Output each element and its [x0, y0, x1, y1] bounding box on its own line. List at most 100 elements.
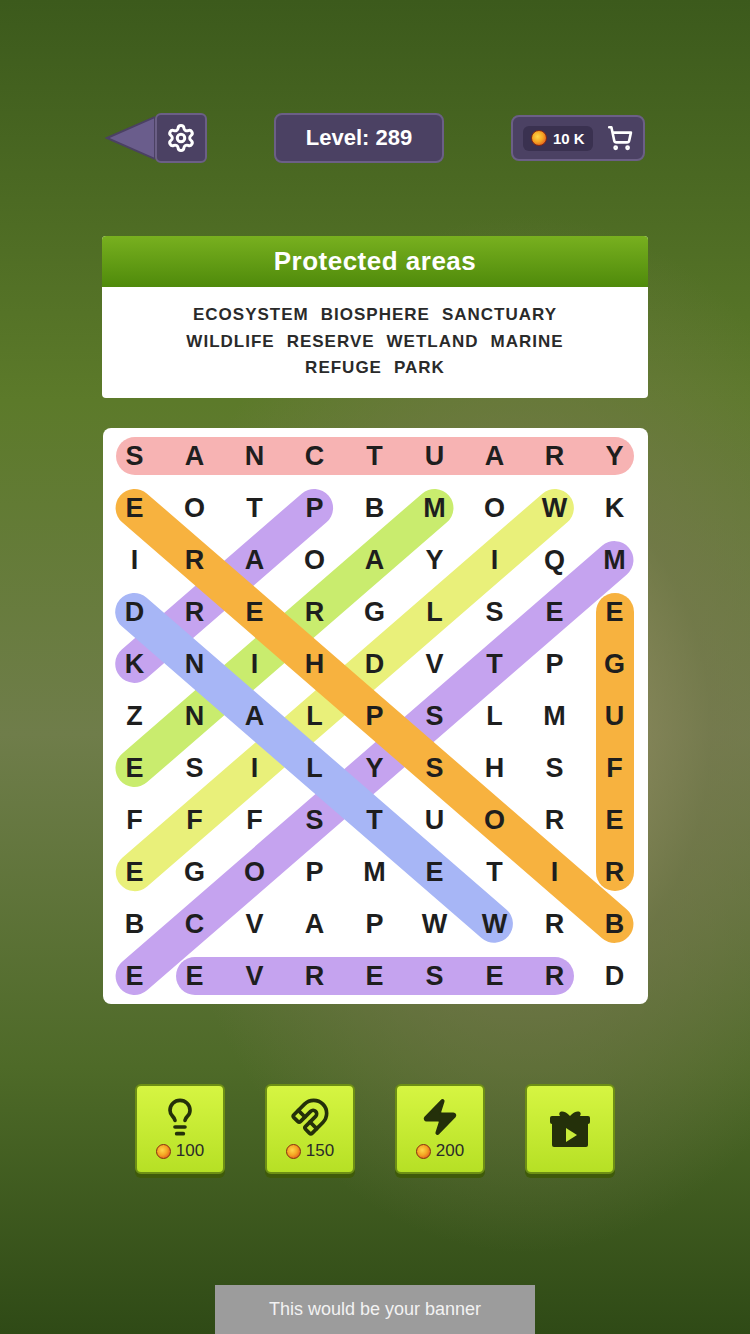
letter-cell[interactable]: T	[345, 430, 405, 482]
letter-cell[interactable]: V	[405, 638, 465, 690]
letter-cell[interactable]: E	[345, 950, 405, 1002]
letter-cell[interactable]: G	[345, 586, 405, 638]
letter-cell[interactable]: G	[585, 638, 645, 690]
letter-cell[interactable]: O	[285, 534, 345, 586]
letter-cell[interactable]: S	[405, 690, 465, 742]
letter-cell[interactable]: S	[465, 586, 525, 638]
letter-cell[interactable]: P	[345, 690, 405, 742]
hint-button[interactable]: 100	[135, 1084, 225, 1174]
letter-cell[interactable]: D	[105, 586, 165, 638]
letter-cell[interactable]: I	[105, 534, 165, 586]
letter-cell[interactable]: L	[405, 586, 465, 638]
letter-cell[interactable]: C	[165, 898, 225, 950]
letter-cell[interactable]: Y	[405, 534, 465, 586]
lightning-button[interactable]: 200	[395, 1084, 485, 1174]
letter-cell[interactable]: W	[465, 898, 525, 950]
letter-cell[interactable]: F	[165, 794, 225, 846]
letter-cell[interactable]: R	[285, 586, 345, 638]
letter-cell[interactable]: V	[225, 898, 285, 950]
letter-cell[interactable]: B	[345, 482, 405, 534]
letter-cell[interactable]: I	[225, 742, 285, 794]
letter-cell[interactable]: R	[525, 950, 585, 1002]
letter-cell[interactable]: M	[525, 690, 585, 742]
letter-cell[interactable]: R	[585, 846, 645, 898]
letter-cell[interactable]: V	[225, 950, 285, 1002]
letter-cell[interactable]: T	[225, 482, 285, 534]
letter-cell[interactable]: S	[105, 430, 165, 482]
letter-cell[interactable]: E	[525, 586, 585, 638]
letter-cell[interactable]: Q	[525, 534, 585, 586]
letter-cell[interactable]: B	[585, 898, 645, 950]
letter-cell[interactable]: E	[105, 482, 165, 534]
letter-cell[interactable]: S	[525, 742, 585, 794]
letter-cell[interactable]: N	[225, 430, 285, 482]
letter-cell[interactable]: N	[165, 638, 225, 690]
letter-cell[interactable]: R	[525, 898, 585, 950]
letter-cell[interactable]: P	[285, 482, 345, 534]
letter-cell[interactable]: A	[225, 690, 285, 742]
letter-cell[interactable]: T	[465, 846, 525, 898]
letter-cell[interactable]: G	[165, 846, 225, 898]
letter-cell[interactable]: H	[465, 742, 525, 794]
back-arrow-icon[interactable]	[105, 115, 155, 161]
letter-cell[interactable]: O	[465, 482, 525, 534]
letter-cell[interactable]: I	[465, 534, 525, 586]
letter-cell[interactable]: D	[585, 950, 645, 1002]
letter-cell[interactable]: E	[585, 586, 645, 638]
ad-banner[interactable]: This would be your banner	[215, 1285, 535, 1334]
letter-cell[interactable]: A	[465, 430, 525, 482]
letter-cell[interactable]: U	[405, 430, 465, 482]
letter-cell[interactable]: E	[165, 950, 225, 1002]
letter-cell[interactable]: S	[165, 742, 225, 794]
letter-cell[interactable]: A	[345, 534, 405, 586]
letter-cell[interactable]: A	[285, 898, 345, 950]
letter-cell[interactable]: Y	[345, 742, 405, 794]
letter-cell[interactable]: E	[105, 950, 165, 1002]
letter-cell[interactable]: S	[405, 950, 465, 1002]
letter-cell[interactable]: A	[225, 534, 285, 586]
magnet-button[interactable]: 150	[265, 1084, 355, 1174]
letter-cell[interactable]: R	[525, 794, 585, 846]
letter-cell[interactable]: F	[585, 742, 645, 794]
letter-cell[interactable]: O	[225, 846, 285, 898]
letter-cell[interactable]: P	[525, 638, 585, 690]
letter-cell[interactable]: D	[345, 638, 405, 690]
letter-cell[interactable]: S	[285, 794, 345, 846]
letter-cell[interactable]: E	[585, 794, 645, 846]
letter-cell[interactable]: N	[165, 690, 225, 742]
letter-cell[interactable]: L	[285, 742, 345, 794]
letter-cell[interactable]: I	[525, 846, 585, 898]
letter-cell[interactable]: H	[285, 638, 345, 690]
letter-cell[interactable]: W	[525, 482, 585, 534]
letter-board[interactable]: SANCTUARYEOTPBMOWKIRAOAYIQMDRERGLSEEKNIH…	[103, 428, 648, 1004]
letter-cell[interactable]: E	[465, 950, 525, 1002]
letter-cell[interactable]: E	[105, 742, 165, 794]
letter-cell[interactable]: U	[585, 690, 645, 742]
letter-cell[interactable]: M	[585, 534, 645, 586]
letter-cell[interactable]: Y	[585, 430, 645, 482]
letter-cell[interactable]: O	[465, 794, 525, 846]
letter-cell[interactable]: O	[165, 482, 225, 534]
letter-cell[interactable]: R	[525, 430, 585, 482]
letter-cell[interactable]: T	[345, 794, 405, 846]
letter-cell[interactable]: L	[285, 690, 345, 742]
letter-cell[interactable]: M	[345, 846, 405, 898]
letter-cell[interactable]: S	[405, 742, 465, 794]
letter-cell[interactable]: P	[285, 846, 345, 898]
letter-cell[interactable]: A	[165, 430, 225, 482]
letter-cell[interactable]: F	[225, 794, 285, 846]
letter-cell[interactable]: Z	[105, 690, 165, 742]
gift-button[interactable]	[525, 1084, 615, 1174]
letter-cell[interactable]: P	[345, 898, 405, 950]
letter-cell[interactable]: F	[105, 794, 165, 846]
letter-cell[interactable]: B	[105, 898, 165, 950]
letter-cell[interactable]: R	[165, 586, 225, 638]
letter-cell[interactable]: T	[465, 638, 525, 690]
letter-cell[interactable]: L	[465, 690, 525, 742]
letter-cell[interactable]: W	[405, 898, 465, 950]
letter-cell[interactable]: R	[165, 534, 225, 586]
letter-cell[interactable]: R	[285, 950, 345, 1002]
letter-cell[interactable]: E	[225, 586, 285, 638]
letter-cell[interactable]: K	[105, 638, 165, 690]
letter-cell[interactable]: M	[405, 482, 465, 534]
